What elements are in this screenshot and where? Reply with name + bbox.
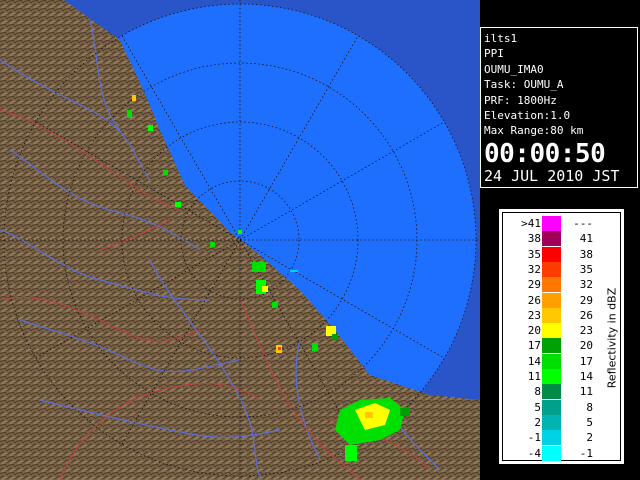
legend-min-value: 35 bbox=[527, 247, 541, 261]
legend-row: 32 35 bbox=[503, 261, 620, 277]
legend-color-swatch bbox=[542, 369, 561, 384]
legend-max-value: 20 bbox=[579, 339, 593, 353]
legend-color-swatch bbox=[542, 414, 561, 430]
legend-min-value: 38 bbox=[527, 232, 541, 246]
legend-min-value: 5 bbox=[534, 400, 541, 414]
legend-max-value: 35 bbox=[579, 262, 593, 276]
legend-min-value: -1 bbox=[527, 431, 541, 445]
legend-min-value: 14 bbox=[527, 354, 541, 368]
info-product: OUMU_IMA0 bbox=[484, 62, 544, 76]
legend-min-value: 20 bbox=[527, 324, 541, 338]
legend-max-value: -1 bbox=[579, 446, 593, 460]
legend-row: 58 bbox=[503, 399, 620, 415]
info-task: Task: OUMU_A bbox=[484, 78, 564, 92]
legend-unit-text: Reflectivity in dBZ bbox=[605, 287, 619, 389]
info-scan-type: PPI bbox=[484, 47, 504, 61]
legend-color-swatch bbox=[542, 277, 561, 293]
legend-max-value: 14 bbox=[579, 370, 593, 383]
legend-max-value: 2 bbox=[586, 431, 593, 445]
legend-color-swatch bbox=[542, 323, 561, 339]
legend-color-swatch bbox=[542, 216, 561, 231]
legend-unit-label: Reflectivity in dBZ bbox=[605, 288, 619, 389]
legend-min-value: 26 bbox=[527, 293, 541, 307]
legend-color-swatch bbox=[542, 430, 561, 446]
legend-min-value: 11 bbox=[527, 370, 541, 383]
legend-row: 20 23 bbox=[503, 323, 620, 339]
legend-min-value: 17 bbox=[527, 339, 541, 353]
legend-min-value: -4 bbox=[527, 446, 541, 460]
legend-row: 25 bbox=[503, 414, 620, 430]
legend-max-value: 17 bbox=[579, 354, 593, 368]
radar-ppi-map bbox=[0, 0, 480, 480]
legend-color-swatch bbox=[542, 338, 561, 354]
legend-color-swatch bbox=[542, 353, 561, 369]
legend-row: 29 32 bbox=[503, 277, 620, 293]
legend-max-value: 38 bbox=[579, 247, 593, 261]
legend-row: 35 38 bbox=[503, 246, 620, 262]
legend-color-swatch bbox=[542, 384, 561, 400]
legend-row: 11 14 bbox=[503, 369, 620, 384]
legend-row: 17 20 bbox=[503, 338, 620, 354]
legend-row: 26 29 bbox=[503, 292, 620, 308]
legend-row: 14 17 bbox=[503, 353, 620, 369]
legend-min-value: 32 bbox=[527, 262, 541, 276]
legend-min-value: >41 bbox=[521, 217, 541, 230]
legend-max-value: 8 bbox=[586, 400, 593, 414]
clock-date: 24 JUL 2010 JST bbox=[484, 166, 620, 185]
info-site: ilts1 bbox=[484, 32, 518, 45]
legend-max-value: --- bbox=[573, 217, 593, 230]
legend-color-swatch bbox=[542, 307, 561, 323]
legend-max-value: 5 bbox=[586, 415, 593, 429]
legend-row: -4 -1 bbox=[503, 445, 620, 461]
legend-min-value: 8 bbox=[534, 385, 541, 399]
legend-max-value: 26 bbox=[579, 308, 593, 322]
legend-row: >41 --- bbox=[503, 216, 620, 231]
legend-max-value: 23 bbox=[579, 324, 593, 338]
legend-color-swatch bbox=[542, 261, 561, 277]
info-elevation: Elevation:1.0 bbox=[484, 109, 571, 123]
radar-info-panel: ilts1 PPI OUMU_IMA0 Task: OUMU_A PRF: 18… bbox=[480, 27, 638, 188]
legend-min-value: 29 bbox=[527, 278, 541, 292]
legend-max-value: 29 bbox=[579, 293, 593, 307]
legend-frame: >41 --- 38 41 35 38 32 35 29 32 26 29 23 26 20 23 17 20 14… bbox=[502, 212, 621, 461]
legend-row: 23 26 bbox=[503, 307, 620, 323]
legend-max-value: 11 bbox=[579, 385, 593, 399]
legend-row: 8 11 bbox=[503, 384, 620, 400]
legend-max-value: 32 bbox=[579, 278, 593, 292]
legend-row: 38 41 bbox=[503, 231, 620, 247]
legend-color-swatch bbox=[542, 399, 561, 415]
legend-row: -1 2 bbox=[503, 430, 620, 446]
reflectivity-legend: >41 --- 38 41 35 38 32 35 29 32 26 29 23 26 20 23 17 20 14… bbox=[499, 209, 624, 464]
legend-min-value: 23 bbox=[527, 308, 541, 322]
legend-max-value: 41 bbox=[579, 232, 593, 246]
legend-color-swatch bbox=[542, 292, 561, 308]
legend-min-value: 2 bbox=[534, 415, 541, 429]
legend-color-swatch bbox=[542, 231, 561, 247]
info-prf: PRF: 1800Hz bbox=[484, 93, 557, 107]
clock-time: 00:00:50 bbox=[484, 138, 606, 169]
legend-color-swatch bbox=[542, 246, 561, 262]
legend-color-swatch bbox=[542, 445, 561, 461]
info-max-range: Max Range:80 km bbox=[484, 124, 584, 138]
